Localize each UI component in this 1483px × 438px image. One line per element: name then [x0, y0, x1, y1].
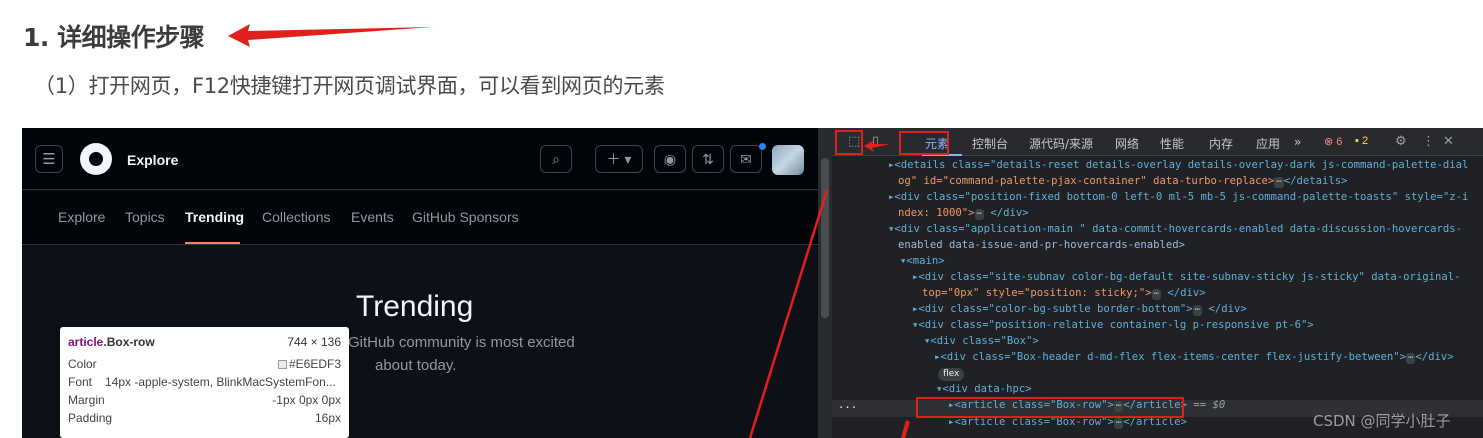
annotation-box-article-row — [916, 397, 1184, 418]
tab-sources[interactable]: 源代码/来源 — [1029, 135, 1093, 152]
annotation-box-inspect — [835, 130, 863, 155]
warning-count-badge[interactable]: ▪ 2 — [1355, 135, 1368, 147]
dom-node-details[interactable]: ▸<details class="details-reset details-o… — [888, 157, 1468, 173]
dom-node-details-cont: og" id="command-palette-pjax-container" … — [898, 175, 1348, 188]
tooltip-font-row: Font 14px -apple-system, BlinkMacSystemF… — [68, 375, 336, 389]
tab-application[interactable]: 应用 — [1256, 135, 1280, 152]
tooltip-color-row: Color #E6EDF3 — [68, 357, 341, 371]
dom-node-application-main[interactable]: ▾<div class="application-main " data-com… — [888, 221, 1462, 237]
dom-node-box[interactable]: ▾<div class="Box"> — [924, 333, 1039, 349]
collapsed-content-icon[interactable]: ⋯ — [1151, 289, 1162, 300]
search-icon[interactable]: ⌕ — [540, 145, 572, 173]
nav-topics[interactable]: Topics — [125, 209, 165, 225]
github-logo-icon[interactable] — [80, 143, 112, 175]
csdn-watermark: CSDN @同学小肚子 — [1313, 412, 1451, 430]
avatar[interactable] — [772, 145, 804, 175]
section-heading: 1. 详细操作步骤 — [23, 23, 205, 52]
device-toolbar-icon[interactable]: ▯ — [872, 133, 879, 151]
annotation-box-elements-tab — [899, 131, 949, 155]
dom-node-site-subnav[interactable]: ▸<div class="site-subnav color-bg-defaul… — [912, 269, 1461, 285]
tab-console[interactable]: 控制台 — [972, 135, 1008, 152]
create-new-button[interactable]: ＋ ▾ — [595, 145, 643, 173]
dom-node-application-main-cont: enabled data-issue-and-pr-hovercards-ena… — [898, 239, 1186, 251]
tooltip-dimensions: 744 × 136 — [287, 335, 341, 349]
menu-icon[interactable]: ☰ — [35, 145, 63, 173]
collapsed-content-icon[interactable]: ⋯ — [1192, 305, 1203, 316]
active-tab-underline — [185, 242, 240, 244]
collapsed-content-icon[interactable]: ⋯ — [974, 209, 984, 220]
error-count-badge[interactable]: ⊗ 6 — [1324, 135, 1342, 148]
color-swatch-icon — [277, 360, 287, 369]
kebab-menu-icon[interactable]: ⋮ — [1422, 133, 1435, 151]
more-tabs-icon[interactable]: » — [1294, 135, 1301, 149]
close-icon[interactable]: ✕ — [1443, 133, 1454, 151]
notification-dot-icon — [759, 143, 766, 150]
dom-node-box-header[interactable]: ▸<div class="Box-header d-md-flex flex-i… — [934, 349, 1454, 365]
page-title: Trending — [356, 290, 474, 323]
dom-node-toasts[interactable]: ▸<div class="position-fixed bottom-0 lef… — [888, 189, 1468, 205]
tab-memory[interactable]: 内存 — [1209, 135, 1233, 152]
trending-subnav: Explore Topics Trending Collections Even… — [22, 191, 818, 245]
nav-github-sponsors[interactable]: GitHub Sponsors — [412, 209, 519, 225]
inbox-icon[interactable]: ✉ — [730, 145, 762, 173]
collapsed-content-icon[interactable]: ⋯ — [1405, 353, 1416, 364]
dom-node-main[interactable]: ▾<main> — [900, 253, 945, 269]
dom-node-site-subnav-cont: top="0px" style="position: sticky;"> ⋯ </… — [922, 287, 1206, 300]
tooltip-margin-row: Margin -1px 0px 0px — [68, 393, 341, 407]
page-subtitle: GitHub community is most excited — [348, 334, 575, 351]
settings-gear-icon[interactable]: ⚙ — [1395, 133, 1407, 151]
pull-requests-icon[interactable]: ⇅ — [692, 145, 724, 173]
collapsed-content-icon[interactable]: ⋯ — [1274, 177, 1284, 188]
page-subtitle-line2: about today. — [375, 357, 457, 374]
heading-arrow-icon — [228, 24, 433, 47]
page-scrollbar[interactable] — [818, 128, 832, 438]
nav-trending[interactable]: Trending — [185, 209, 244, 225]
inspect-tooltip: article.Box-row 744 × 136 Color #E6EDF3 … — [60, 327, 349, 438]
flex-badge[interactable]: flex — [938, 365, 965, 381]
github-screenshot: ☰ Explore ⌕ ＋ ▾ ◉ ⇅ ✉ Explore Topics Tre… — [22, 128, 818, 438]
nav-events[interactable]: Events — [351, 209, 394, 225]
dom-node-container[interactable]: ▾<div class="position-relative container… — [912, 317, 1314, 333]
header-context-label: Explore — [127, 152, 179, 168]
nav-collections[interactable]: Collections — [262, 209, 330, 225]
devtools-panel: ⬚ ▯ 元素 控制台 源代码/来源 网络 性能 内存 应用 » ⊗ 6 ▪ 2 … — [818, 128, 1483, 438]
dom-node-data-hpc[interactable]: ▾<div data-hpc> — [936, 381, 1032, 397]
tooltip-padding-row: Padding 16px — [68, 411, 341, 425]
nav-explore[interactable]: Explore — [58, 209, 105, 225]
instruction-paragraph: （1）打开网页，F12快捷键打开网页调试界面，可以看到网页的元素 — [34, 74, 665, 98]
tab-network[interactable]: 网络 — [1115, 135, 1139, 152]
github-header: ☰ Explore ⌕ ＋ ▾ ◉ ⇅ ✉ — [22, 128, 818, 190]
issues-icon[interactable]: ◉ — [654, 145, 686, 173]
row-ellipsis[interactable]: ... — [838, 397, 857, 413]
tooltip-selector: article.Box-row — [68, 335, 155, 349]
collapsed-content-icon[interactable]: ⋯ — [1113, 418, 1124, 429]
tab-performance[interactable]: 性能 — [1160, 135, 1184, 152]
dom-node-color-bg-subtle[interactable]: ▸<div class="color-bg-subtle border-bott… — [912, 301, 1247, 317]
dom-node-toasts-cont: ndex: 1000"> ⋯ </div> — [898, 207, 1029, 220]
